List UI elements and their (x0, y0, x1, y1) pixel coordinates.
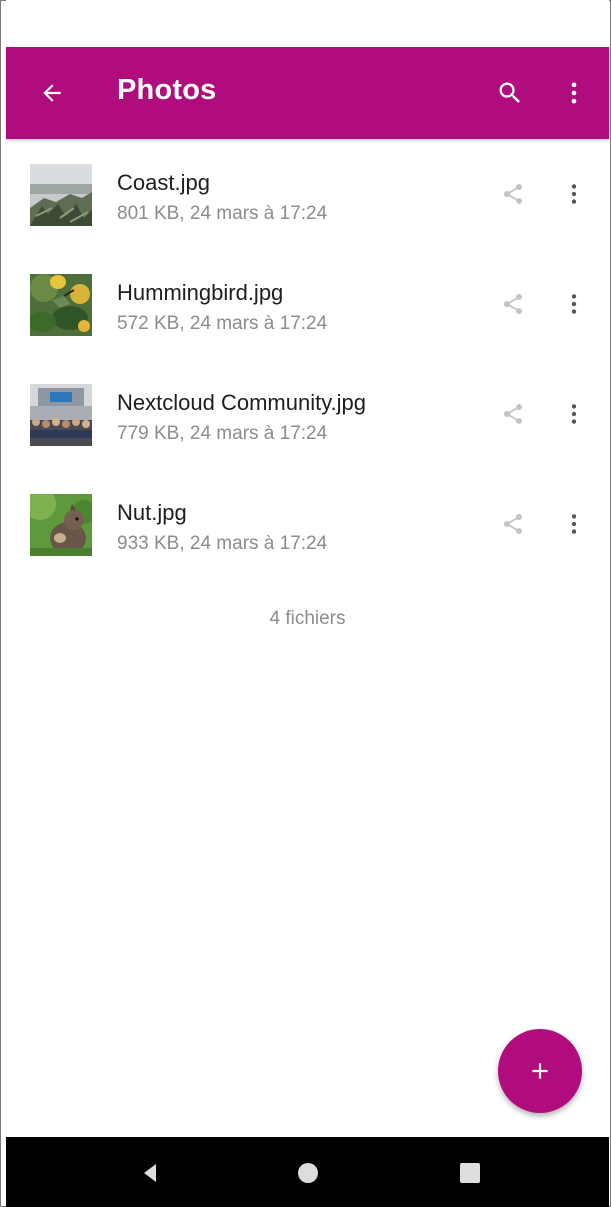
share-icon (503, 294, 522, 314)
arrow-back-icon (43, 84, 61, 102)
plus-icon (532, 1063, 548, 1079)
share-button[interactable] (495, 506, 531, 542)
file-list: Coast.jpg 801 KB, 24 mars à 17:24 Hummin… (6, 140, 609, 580)
more-vertical-icon (571, 404, 577, 424)
file-name: Hummingbird.jpg (117, 280, 284, 305)
search-button[interactable] (490, 73, 530, 113)
page-title: Photos (117, 74, 217, 106)
nav-recents-button[interactable] (452, 1155, 488, 1191)
more-vertical-icon (571, 82, 577, 104)
file-more-button[interactable] (556, 286, 592, 322)
file-more-button[interactable] (556, 506, 592, 542)
more-vertical-icon (571, 184, 577, 204)
add-fab-button[interactable] (498, 1029, 582, 1113)
file-name: Nut.jpg (117, 500, 187, 525)
share-button[interactable] (495, 396, 531, 432)
file-row-nut[interactable]: Nut.jpg 933 KB, 24 mars à 17:24 (6, 470, 609, 580)
system-navigation-bar (6, 1137, 609, 1207)
nav-back-icon (144, 1164, 156, 1182)
overflow-menu-button[interactable] (554, 73, 594, 113)
more-vertical-icon (571, 514, 577, 534)
file-meta: 779 KB, 24 mars à 17:24 (117, 423, 328, 444)
status-bar (6, 0, 609, 47)
file-meta: 801 KB, 24 mars à 17:24 (117, 203, 328, 224)
hummingbird-thumbnail (30, 274, 92, 336)
share-icon (503, 184, 522, 204)
nav-home-button[interactable] (290, 1155, 326, 1191)
file-meta: 572 KB, 24 mars à 17:24 (117, 313, 328, 334)
share-button[interactable] (495, 176, 531, 212)
file-count-label: 4 fichiers (269, 608, 346, 629)
app-bar: Photos (6, 47, 609, 139)
share-button[interactable] (495, 286, 531, 322)
community-thumbnail (30, 384, 92, 446)
file-more-button[interactable] (556, 176, 592, 212)
file-more-button[interactable] (556, 396, 592, 432)
file-name: Nextcloud Community.jpg (117, 390, 367, 415)
coast-thumbnail (30, 164, 92, 226)
file-name: Coast.jpg (117, 170, 210, 195)
search-icon (499, 82, 520, 103)
file-meta: 933 KB, 24 mars à 17:24 (117, 533, 328, 554)
nav-home-icon (298, 1163, 318, 1183)
file-row-coast[interactable]: Coast.jpg 801 KB, 24 mars à 17:24 (6, 140, 609, 250)
file-row-nextcloud-community[interactable]: Nextcloud Community.jpg 779 KB, 24 mars … (6, 360, 609, 470)
nav-recents-icon (460, 1163, 480, 1183)
share-icon (503, 404, 522, 424)
more-vertical-icon (571, 294, 577, 314)
file-row-hummingbird[interactable]: Hummingbird.jpg 572 KB, 24 mars à 17:24 (6, 250, 609, 360)
nav-back-button[interactable] (132, 1155, 168, 1191)
share-icon (503, 514, 522, 534)
back-button[interactable] (32, 73, 72, 113)
squirrel-thumbnail (30, 494, 92, 556)
